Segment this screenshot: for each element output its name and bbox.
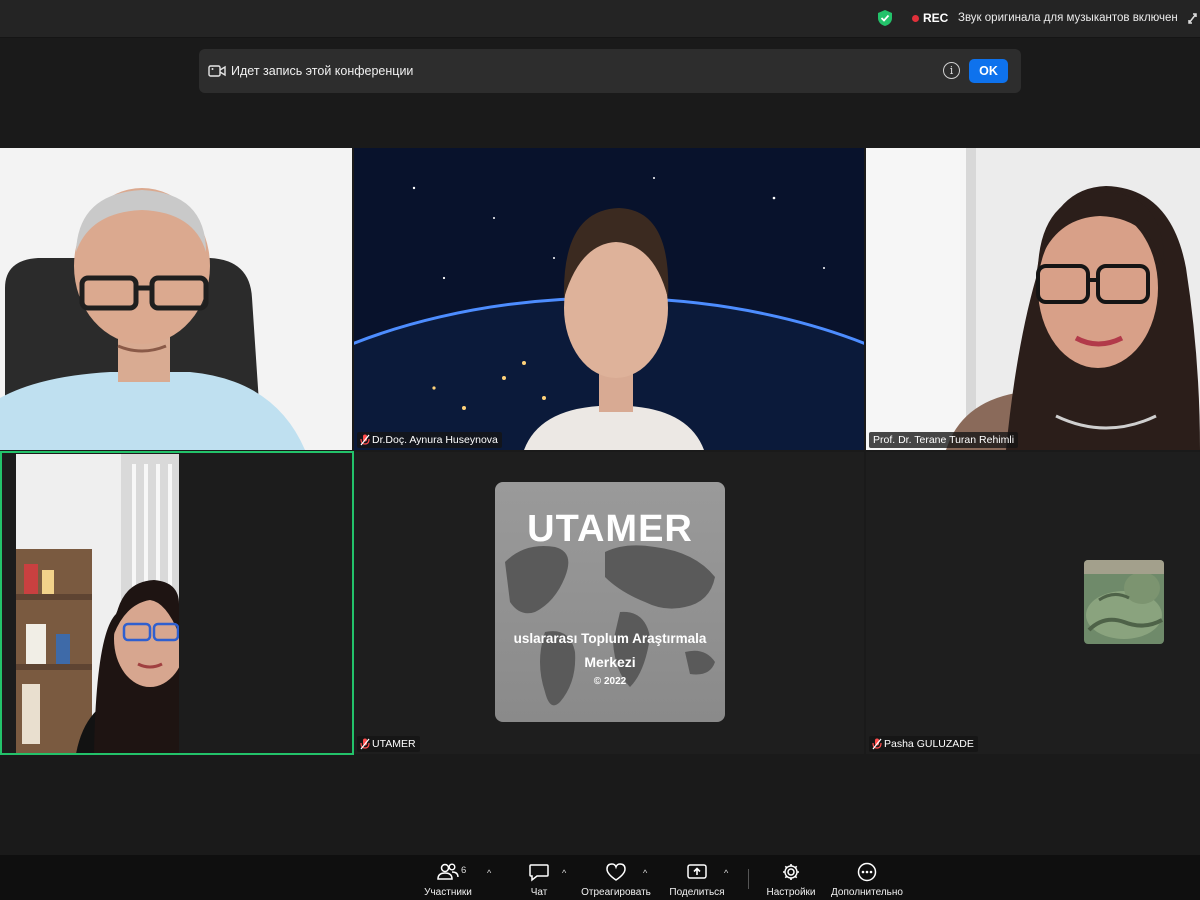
utamer-copyright: © 2022 [593,676,627,687]
utamer-subtitle-line2: Merkezi [584,654,636,670]
participant-tile[interactable]: UTAMER uslararası Toplum Araştırmala Mer… [354,452,864,754]
settings-label: Настройки [766,887,816,898]
participant-video [0,148,352,450]
participant-tile[interactable]: Pasha GULUZADE [866,452,1200,754]
meeting-toolbar: Участники 6 ^ Чат ^ Отреагировать ^ Поде… [0,855,1200,900]
mic-muted-icon [360,434,370,446]
participant-tile[interactable]: Prof. Dr. Terane Turan Rehimli [866,148,1200,450]
meeting-top-bar: REC Звук оригинала для музыкантов включе… [0,0,1200,38]
share-screen-icon [687,864,707,879]
info-icon[interactable]: i [943,62,960,79]
participant-video [354,148,864,450]
recording-dot-icon [912,14,919,22]
participants-label: Участники [424,887,472,898]
shield-check-icon[interactable] [878,10,892,26]
utamer-subtitle-line1: uslararası Toplum Araştırmala [513,631,707,646]
react-caret-icon[interactable]: ^ [643,868,647,878]
recording-indicator[interactable]: REC [912,11,948,25]
share-label: Поделиться [669,887,725,898]
chat-caret-icon[interactable]: ^ [562,868,566,878]
participant-tile[interactable] [0,148,352,450]
participants-count: 6 [461,865,467,876]
participant-name-tag: Prof. Dr. Terane Turan Rehimli [869,432,1019,448]
utamer-logo: UTAMER uslararası Toplum Araştırmala Mer… [495,482,725,722]
react-label: Отреагировать [581,887,651,898]
people-icon [437,863,459,880]
video-camera-icon [208,65,226,77]
utamer-brand-text: UTAMER [527,508,693,550]
participant-name-tag: Dr.Doç. Aynura Huseynova [357,432,502,448]
participants-button[interactable]: Участники [418,855,478,900]
mic-muted-icon [872,738,882,750]
active-participant-tile[interactable] [0,451,354,755]
participant-name: Prof. Dr. Terane Turan Rehimli [873,434,1015,446]
more-label: Дополнительно [831,887,903,898]
participant-tile[interactable]: Dr.Doç. Aynura Huseynova [354,148,864,450]
participant-avatar [1084,560,1164,644]
chat-bubble-icon [529,864,549,882]
participant-name: Pasha GULUZADE [884,738,974,750]
participant-video [866,148,1200,450]
participants-caret-icon[interactable]: ^ [487,868,491,878]
toolbar-separator [748,869,749,889]
recording-banner-text: Идет запись этой конференции [231,64,414,78]
chat-label: Чат [530,887,548,898]
heart-icon [606,863,626,881]
view-options-icon[interactable] [1186,10,1200,26]
participant-video [16,454,179,753]
more-dots-icon [857,862,877,882]
more-button[interactable]: Дополнительно [826,855,908,900]
original-sound-status[interactable]: Звук оригинала для музыкантов включен [958,12,1178,24]
world-map-graphic [505,545,715,706]
share-caret-icon[interactable]: ^ [724,868,728,878]
chat-button[interactable]: Чат [518,855,560,900]
settings-button[interactable]: Настройки [760,855,822,900]
recording-banner: Идет запись этой конференции i OK [199,49,1021,93]
share-button[interactable]: Поделиться [664,855,730,900]
ok-button[interactable]: OK [969,59,1008,83]
participant-name: UTAMER [372,738,416,750]
participant-name-tag: Pasha GULUZADE [869,736,978,752]
participant-name: Dr.Doç. Aynura Huseynova [372,434,498,446]
rec-label: REC [923,11,949,25]
gear-icon [783,864,799,880]
participant-name-tag: UTAMER [357,736,420,752]
mic-muted-icon [360,738,370,750]
